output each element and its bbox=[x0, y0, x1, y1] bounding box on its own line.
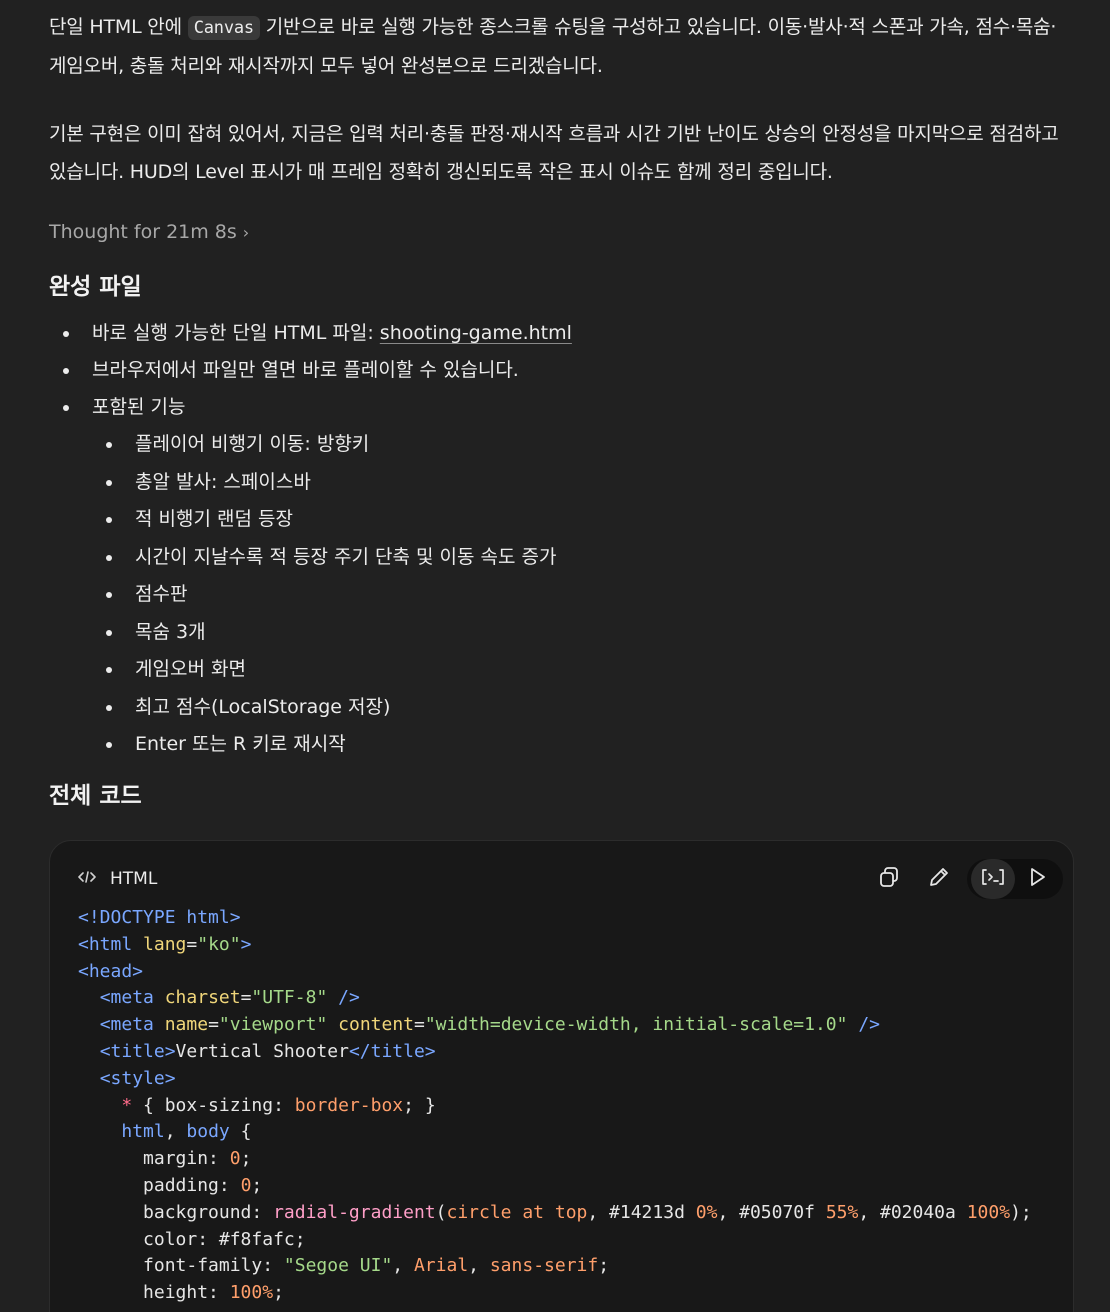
console-run-button[interactable] bbox=[971, 859, 1015, 899]
code-line: padding: 0; bbox=[78, 1174, 263, 1196]
chevron-right-icon: › bbox=[242, 222, 250, 242]
code-line: <head> bbox=[78, 960, 144, 982]
code-line: * { box-sizing: border-box; } bbox=[121, 1094, 436, 1116]
code-content[interactable]: <!DOCTYPE html> <html lang="ko"> <head> … bbox=[78, 905, 1032, 1307]
feature-item: 목숨 3개 bbox=[92, 614, 1073, 652]
thought-toggle[interactable]: Thought for 21m 8s › bbox=[49, 213, 1073, 251]
code-language: HTML bbox=[78, 869, 157, 889]
edit-icon bbox=[927, 865, 951, 893]
play-icon bbox=[1026, 866, 1048, 892]
feature-list: 플레이어 비행기 이동: 방향키 총알 발사: 스페이스바 적 비행기 랜덤 등… bbox=[92, 426, 1073, 764]
edit-button[interactable] bbox=[917, 859, 961, 899]
code-icon bbox=[78, 870, 96, 888]
code-line: <meta name="viewport" content="width=dev… bbox=[99, 1014, 881, 1036]
feature-item: 총알 발사: 스페이스바 bbox=[92, 464, 1073, 502]
code-line: background: radial-gradient(circle at to… bbox=[78, 1201, 1032, 1223]
code-line: margin: 0; bbox=[78, 1148, 252, 1170]
run-console-icon bbox=[980, 865, 1006, 893]
thought-label: Thought for 21m 8s bbox=[49, 221, 237, 243]
list-item-text: 포함된 기능 bbox=[92, 396, 186, 418]
chat-message: 단일 HTML 안에 Canvas 기반으로 바로 실행 가능한 종스크롤 슈팅… bbox=[49, 0, 1073, 816]
code-actions bbox=[867, 859, 1063, 899]
copy-button[interactable] bbox=[867, 859, 911, 899]
code-language-label: HTML bbox=[110, 869, 158, 889]
feature-item: 게임오버 화면 bbox=[92, 651, 1073, 689]
play-button[interactable] bbox=[1015, 859, 1059, 899]
code-line: height: 100%; bbox=[78, 1282, 284, 1304]
section-title-full-code: 전체 코드 bbox=[49, 782, 142, 809]
list-item: 브라우저에서 파일만 열면 바로 플레이할 수 있습니다. bbox=[49, 352, 1073, 389]
code-block: HTML <!DOCTYPE html> <html lang="ko"> <h… bbox=[49, 840, 1074, 1312]
feature-item: 플레이어 비행기 이동: 방향키 bbox=[92, 426, 1073, 464]
list-item-text: 바로 실행 가능한 단일 HTML 파일: bbox=[92, 322, 380, 344]
code-line: <style> bbox=[99, 1067, 176, 1089]
feature-item: Enter 또는 R 키로 재시작 bbox=[92, 726, 1073, 764]
section-title-complete-file: 완성 파일 bbox=[49, 274, 142, 300]
copy-icon bbox=[877, 865, 901, 893]
code-line: color: #f8fafc; bbox=[78, 1228, 306, 1250]
code-line: html, body { bbox=[121, 1121, 252, 1143]
inline-code-canvas: Canvas bbox=[187, 16, 260, 40]
feature-item: 점수판 bbox=[92, 576, 1073, 614]
list-item: 바로 실행 가능한 단일 HTML 파일: shooting-game.html bbox=[49, 315, 1073, 352]
run-toggle-group bbox=[967, 859, 1063, 899]
intro-paragraph-1: 단일 HTML 안에 Canvas 기반으로 바로 실행 가능한 종스크롤 슈팅… bbox=[49, 8, 1073, 85]
list-item: 포함된 기능 플레이어 비행기 이동: 방향키 총알 발사: 스페이스바 적 비… bbox=[49, 389, 1073, 764]
code-line: <title>Vertical Shooter</title> bbox=[99, 1040, 436, 1062]
file-info-list: 바로 실행 가능한 단일 HTML 파일: shooting-game.html… bbox=[49, 315, 1073, 764]
code-line: <meta charset="UTF-8" /> bbox=[99, 987, 360, 1009]
code-line: font-family: "Segoe UI", Arial, sans-ser… bbox=[78, 1255, 610, 1277]
intro-text-before: 단일 HTML 안에 bbox=[49, 16, 188, 38]
code-line: <html lang="ko"> bbox=[78, 933, 252, 955]
feature-item: 시간이 지날수록 적 등장 주기 단축 및 이동 속도 증가 bbox=[92, 539, 1073, 577]
code-header: HTML bbox=[78, 859, 1063, 899]
feature-item: 적 비행기 랜덤 등장 bbox=[92, 501, 1073, 539]
file-link[interactable]: shooting-game.html bbox=[380, 322, 572, 344]
intro-paragraph-2: 기본 구현은 이미 잡혀 있어서, 지금은 입력 처리·충돌 판정·재시작 흐름… bbox=[49, 123, 1059, 183]
feature-item: 최고 점수(LocalStorage 저장) bbox=[92, 689, 1073, 727]
code-line: <!DOCTYPE html> bbox=[78, 907, 241, 928]
